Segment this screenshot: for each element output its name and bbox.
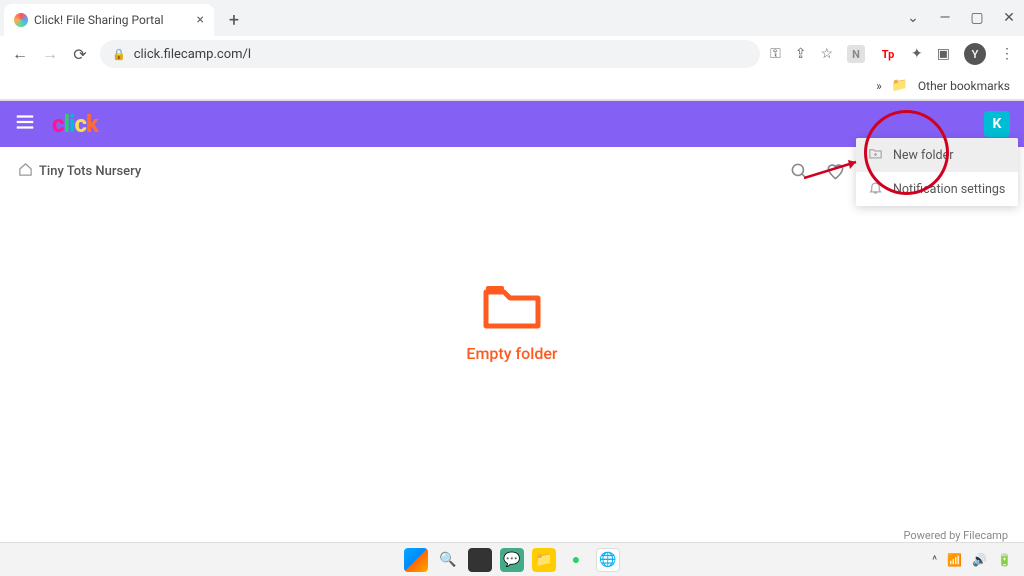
- search-taskbar-icon[interactable]: 🔍: [436, 548, 460, 572]
- extension-icon-1[interactable]: N: [847, 45, 865, 63]
- chevron-down-icon[interactable]: ⌄: [906, 10, 920, 26]
- close-window-icon[interactable]: ✕: [1002, 10, 1016, 26]
- profile-avatar[interactable]: Y: [964, 43, 986, 65]
- bookmark-bar: » 📁 Other bookmarks: [0, 72, 1024, 100]
- hamburger-menu-icon[interactable]: [14, 111, 36, 137]
- new-tab-button[interactable]: +: [220, 6, 248, 34]
- taskbar-center: 🔍 💬 📁 ● 🌐: [404, 548, 620, 572]
- maximize-icon[interactable]: ▢: [970, 10, 984, 26]
- forward-button[interactable]: →: [40, 44, 60, 64]
- key-icon[interactable]: ⚿: [770, 46, 781, 62]
- tab-favicon-icon: [14, 13, 28, 27]
- reload-button[interactable]: ⟳: [70, 45, 90, 64]
- battery-icon[interactable]: 🔋: [997, 553, 1012, 567]
- menu-item-notification-settings[interactable]: Notification settings: [856, 172, 1018, 206]
- back-button[interactable]: ←: [10, 44, 30, 64]
- chat-icon[interactable]: 💬: [500, 548, 524, 572]
- close-icon[interactable]: ×: [197, 12, 204, 28]
- share-icon[interactable]: ⇪: [795, 46, 807, 62]
- start-icon[interactable]: [404, 548, 428, 572]
- app-logo[interactable]: click: [52, 110, 98, 138]
- url-text: click.filecamp.com/l: [134, 47, 251, 62]
- context-menu: New folder Notification settings: [856, 138, 1018, 206]
- windows-taskbar: 🔍 💬 📁 ● 🌐 ^ 📶 🔊 🔋: [0, 542, 1024, 576]
- home-icon: [18, 162, 33, 181]
- heart-icon[interactable]: [826, 162, 848, 181]
- browser-action-icons: ⚿ ⇪ ☆ N Tp ✦ ▣ Y ⋮: [770, 43, 1014, 65]
- menu-item-new-folder[interactable]: New folder: [856, 138, 1018, 172]
- more-bookmarks-icon[interactable]: »: [876, 79, 882, 93]
- main-empty-state: Empty folder: [0, 182, 1024, 528]
- breadcrumb-root: Tiny Tots Nursery: [39, 164, 141, 179]
- search-icon[interactable]: [790, 162, 812, 181]
- address-bar[interactable]: 🔒 click.filecamp.com/l: [100, 40, 760, 68]
- extension-icon-2[interactable]: Tp: [879, 45, 897, 63]
- empty-folder-label: Empty folder: [466, 344, 557, 363]
- window-controls: ⌄ — ▢ ✕: [906, 0, 1016, 36]
- footer-text[interactable]: Powered by Filecamp: [903, 529, 1008, 542]
- tray-chevron-icon[interactable]: ^: [932, 553, 937, 567]
- browser-chrome: Click! File Sharing Portal × + ⌄ — ▢ ✕ ←…: [0, 0, 1024, 101]
- bell-icon: [868, 180, 883, 199]
- lock-icon: 🔒: [112, 48, 126, 61]
- menu-label: New folder: [893, 148, 953, 163]
- other-bookmarks[interactable]: Other bookmarks: [918, 79, 1010, 93]
- address-row: ← → ⟳ 🔒 click.filecamp.com/l ⚿ ⇪ ☆ N Tp …: [0, 36, 1024, 72]
- user-badge[interactable]: K: [984, 111, 1010, 137]
- volume-icon[interactable]: 🔊: [972, 553, 987, 567]
- star-icon[interactable]: ☆: [820, 46, 833, 62]
- taskview-icon[interactable]: [468, 548, 492, 572]
- explorer-icon[interactable]: 📁: [532, 548, 556, 572]
- folder-icon: 📁: [892, 78, 908, 93]
- browser-tab[interactable]: Click! File Sharing Portal ×: [4, 4, 214, 36]
- empty-folder-icon: [482, 282, 542, 330]
- taskbar-tray: ^ 📶 🔊 🔋: [932, 553, 1012, 567]
- new-folder-icon: [868, 146, 883, 165]
- whatsapp-icon[interactable]: ●: [564, 548, 588, 572]
- wifi-icon[interactable]: 📶: [947, 553, 962, 567]
- puzzle-icon[interactable]: ✦: [911, 46, 923, 62]
- tab-row: Click! File Sharing Portal × + ⌄ — ▢ ✕: [0, 0, 1024, 36]
- minimize-icon[interactable]: —: [938, 10, 952, 26]
- chrome-icon[interactable]: 🌐: [596, 548, 620, 572]
- breadcrumb[interactable]: Tiny Tots Nursery: [18, 162, 141, 181]
- kebab-menu-icon[interactable]: ⋮: [1000, 46, 1014, 62]
- menu-label: Notification settings: [893, 182, 1005, 197]
- tab-title: Click! File Sharing Portal: [34, 13, 164, 27]
- window-icon[interactable]: ▣: [937, 46, 950, 62]
